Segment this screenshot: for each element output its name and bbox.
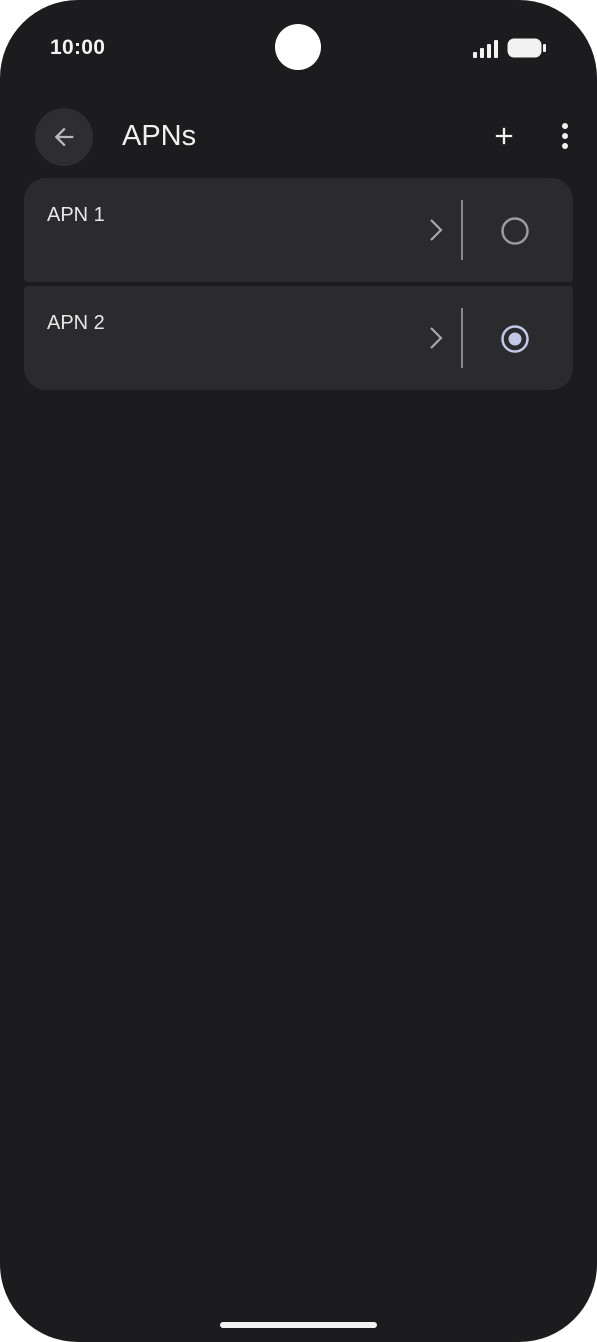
arrow-back-icon bbox=[54, 127, 74, 147]
phone-screen: 10:00 APNs APN 1 APN 2 bbox=[0, 0, 597, 1342]
apn-list: APN 1 APN 2 bbox=[24, 178, 573, 394]
more-options-button[interactable] bbox=[550, 118, 580, 154]
radio-selected-icon[interactable] bbox=[498, 322, 532, 356]
home-indicator[interactable] bbox=[220, 1322, 377, 1328]
radio-unselected-icon[interactable] bbox=[498, 214, 532, 248]
apn-item-1[interactable]: APN 1 bbox=[24, 178, 573, 282]
signal-icon bbox=[473, 40, 498, 58]
more-vert-icon bbox=[562, 123, 568, 149]
status-time: 10:00 bbox=[50, 36, 106, 59]
add-apn-button[interactable] bbox=[486, 118, 522, 154]
battery-icon bbox=[507, 38, 546, 58]
chevron-right-icon[interactable] bbox=[426, 216, 446, 244]
page-title: APNs bbox=[122, 120, 197, 152]
chevron-right-icon[interactable] bbox=[426, 324, 446, 352]
apn-name: APN 1 bbox=[47, 204, 105, 226]
back-button[interactable] bbox=[35, 108, 93, 166]
camera-cutout bbox=[275, 24, 321, 70]
plus-icon bbox=[495, 127, 513, 145]
apn-divider bbox=[461, 200, 463, 260]
apn-name: APN 2 bbox=[47, 312, 105, 334]
apn-divider bbox=[461, 308, 463, 368]
apn-item-2[interactable]: APN 2 bbox=[24, 286, 573, 390]
